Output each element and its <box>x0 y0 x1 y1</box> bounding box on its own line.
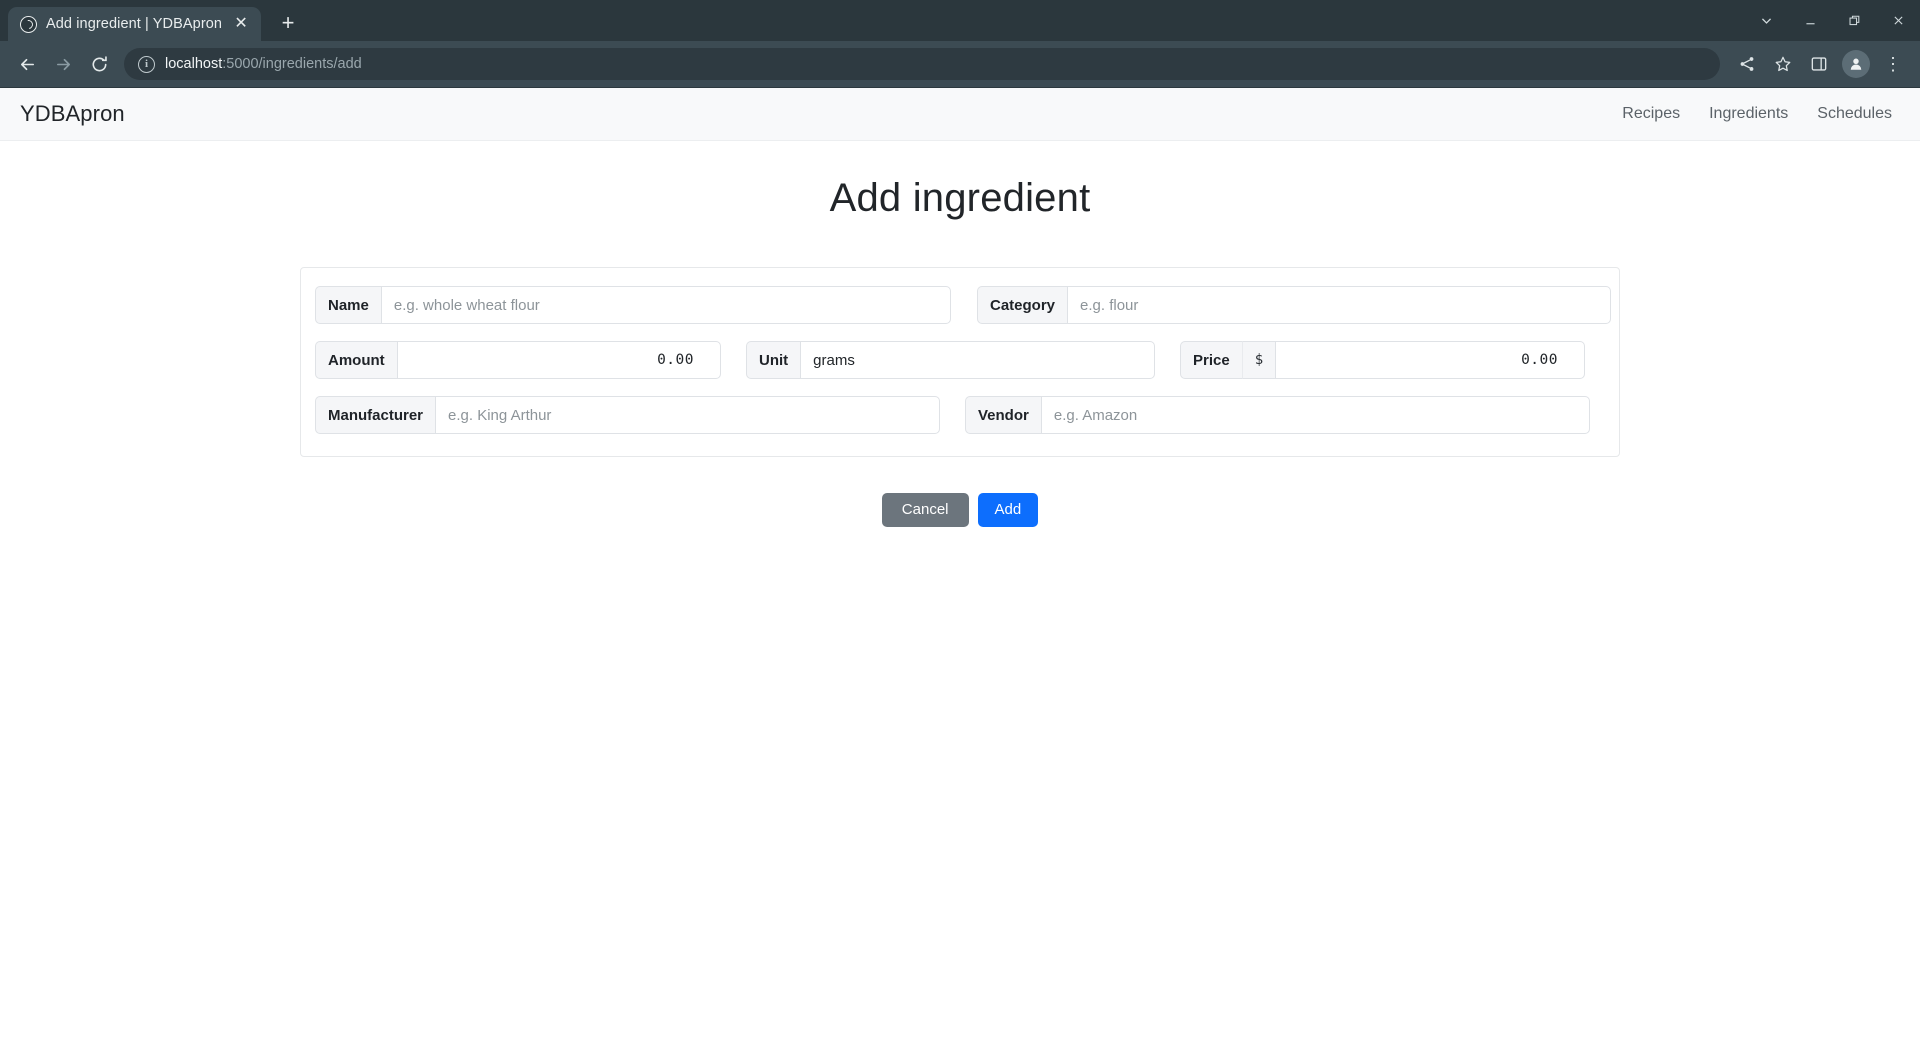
browser-tab[interactable]: Add ingredient | YDBApron ✕ <box>8 7 262 41</box>
nav-link-ingredients[interactable]: Ingredients <box>1709 105 1788 123</box>
globe-favicon <box>20 15 37 33</box>
url-text: localhost:5000/ingredients/add <box>165 56 362 72</box>
tab-title: Add ingredient | YDBApron <box>46 16 223 32</box>
primary-nav: Recipes Ingredients Schedules <box>1622 105 1900 123</box>
site-brand[interactable]: YDBApron <box>20 101 125 127</box>
forward-button[interactable] <box>46 47 80 81</box>
nav-link-schedules[interactable]: Schedules <box>1817 105 1892 123</box>
browser-window: Add ingredient | YDBApron ✕ + i localhos… <box>0 0 1920 1048</box>
vendor-field-group: Vendor <box>965 396 1590 434</box>
new-tab-button[interactable]: + <box>271 6 305 40</box>
reload-button[interactable] <box>82 47 116 81</box>
side-panel-icon[interactable] <box>1802 47 1836 81</box>
browser-toolbar: i localhost:5000/ingredients/add ⋮ <box>0 41 1920 88</box>
cancel-button[interactable]: Cancel <box>881 493 969 527</box>
tab-strip: Add ingredient | YDBApron ✕ + <box>0 0 1920 41</box>
form-row-sourcing: Manufacturer Vendor <box>315 396 1605 434</box>
url-path: :5000/ingredients/add <box>222 56 362 72</box>
manufacturer-label: Manufacturer <box>315 396 436 434</box>
unit-label: Unit <box>746 341 801 379</box>
name-field-group: Name <box>315 286 951 324</box>
vendor-label: Vendor <box>965 396 1041 434</box>
tab-search-chevron-button[interactable] <box>1744 0 1788 41</box>
vendor-input[interactable] <box>1040 396 1590 434</box>
manufacturer-field-group: Manufacturer <box>315 396 940 434</box>
category-label: Category <box>977 286 1068 324</box>
amount-label: Amount <box>315 341 397 379</box>
minimize-button[interactable] <box>1788 0 1832 41</box>
toolbar-right-icons: ⋮ <box>1730 47 1910 81</box>
price-input[interactable] <box>1275 341 1585 379</box>
site-info-icon[interactable]: i <box>138 55 155 73</box>
url-host: localhost <box>165 56 223 72</box>
nav-link-recipes[interactable]: Recipes <box>1622 105 1680 123</box>
amount-input[interactable] <box>396 341 721 379</box>
form-actions: Cancel Add <box>0 493 1920 527</box>
price-label: Price <box>1180 341 1242 379</box>
ingredient-form-card: Name Category Amount Unit <box>300 267 1620 457</box>
amount-field-group: Amount <box>315 341 721 379</box>
browser-menu-icon[interactable]: ⋮ <box>1876 47 1910 81</box>
profile-avatar-icon[interactable] <box>1842 50 1870 78</box>
category-field-group: Category <box>977 286 1611 324</box>
page-viewport: YDBApron Recipes Ingredients Schedules A… <box>0 88 1920 1048</box>
category-input[interactable] <box>1067 286 1611 324</box>
price-field-group: Price $ <box>1180 341 1585 379</box>
name-label: Name <box>315 286 381 324</box>
unit-field-group: Unit <box>746 341 1155 379</box>
site-navbar: YDBApron Recipes Ingredients Schedules <box>0 88 1920 141</box>
name-input[interactable] <box>380 286 951 324</box>
page-title: Add ingredient <box>829 176 1091 220</box>
add-button[interactable]: Add <box>977 493 1039 527</box>
window-controls <box>1744 0 1920 41</box>
close-tab-icon[interactable]: ✕ <box>231 14 251 34</box>
close-window-button[interactable] <box>1876 0 1920 41</box>
maximize-button[interactable] <box>1832 0 1876 41</box>
currency-addon: $ <box>1241 341 1276 379</box>
bookmark-star-icon[interactable] <box>1766 47 1800 81</box>
form-row-identity: Name Category <box>315 286 1611 324</box>
share-icon[interactable] <box>1730 47 1764 81</box>
back-button[interactable] <box>10 47 44 81</box>
address-bar[interactable]: i localhost:5000/ingredients/add <box>124 48 1720 80</box>
unit-input[interactable] <box>800 341 1155 379</box>
form-row-quantity: Amount Unit Price $ <box>315 341 1605 379</box>
manufacturer-input[interactable] <box>435 396 940 434</box>
